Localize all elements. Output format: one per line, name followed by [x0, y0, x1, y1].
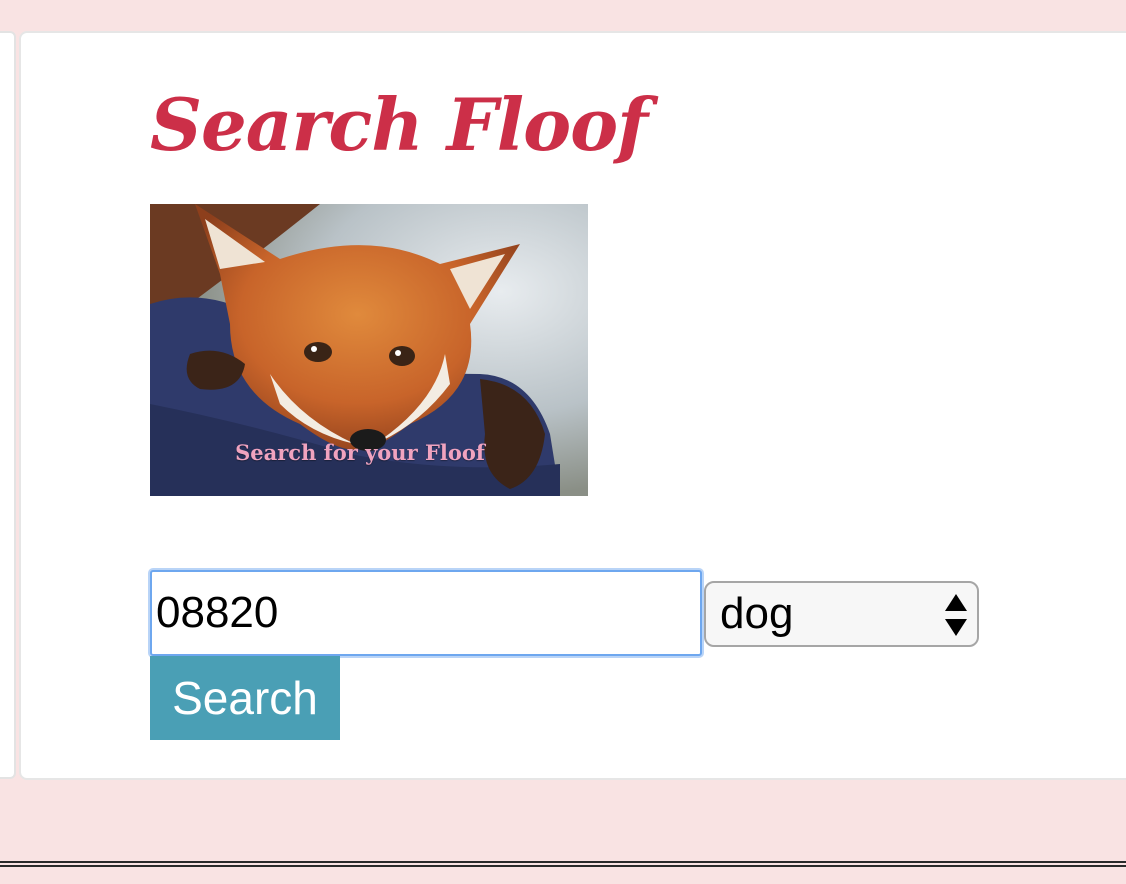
hero-caption: Search for your Floof — [235, 440, 485, 465]
bottom-divider — [0, 861, 1126, 867]
search-button[interactable]: Search — [150, 656, 340, 740]
up-down-arrows-icon — [945, 594, 967, 636]
animal-type-select[interactable]: dog — [704, 581, 979, 647]
animal-type-value: dog — [720, 589, 794, 638]
page-title: Search Floof — [150, 82, 648, 167]
hero-image: Search for your Floof — [150, 204, 588, 496]
side-card — [0, 31, 16, 779]
zip-code-input[interactable] — [150, 570, 702, 656]
